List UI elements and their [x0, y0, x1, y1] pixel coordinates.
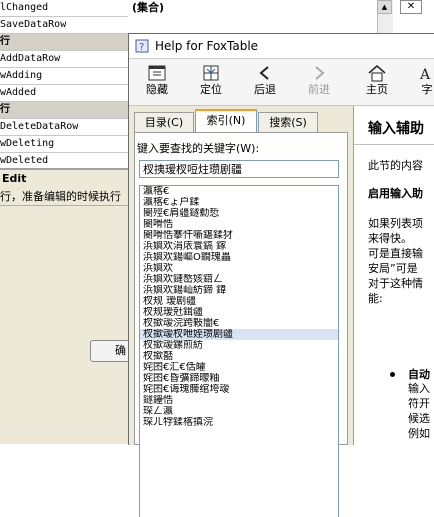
keyword-list-item[interactable]: 杈撳叆浣跨敤闇€: [140, 318, 338, 329]
keyword-list-item[interactable]: 瀛楁€: [140, 186, 338, 197]
topic-paragraph-line: 安局”可是: [368, 262, 418, 275]
topic-paragraph-line: 能:: [368, 292, 383, 305]
property-name: SaveDataRow: [0, 19, 67, 30]
navigation-pane: 目录(C) 索引(N) 搜索(S) 键入要查找的关键字(W): 瀛楁€瀛楁€ょ户…: [129, 106, 351, 517]
property-name: 行: [0, 102, 128, 118]
keyword-list-item[interactable]: 浜嬩欢: [140, 263, 338, 274]
keyword-list-item[interactable]: 姹囨€昏彍鍗曚粙: [140, 373, 338, 384]
keyword-list-item[interactable]: 浜嬩欢鍚屾紡鍗 鍏: [140, 285, 338, 296]
keyword-list-item[interactable]: 閿殌€肩疆鐩勬悊: [140, 208, 338, 219]
keyword-list-item[interactable]: 瀛楁€ょ户鍒: [140, 197, 338, 208]
dialog-footer: [0, 410, 140, 444]
hide-icon: [148, 65, 166, 81]
close-icon[interactable]: ✕: [400, 0, 422, 14]
hide-button[interactable]: 隐藏: [135, 63, 179, 101]
status-title: Edit: [2, 172, 27, 185]
status-divider: [0, 205, 130, 206]
help-app-icon: ?: [135, 39, 149, 53]
property-value: (集合): [132, 1, 165, 14]
forward-arrow-icon: [315, 66, 325, 80]
keyword-list-item[interactable]: 浜嬩欢鍚嶇О鐗瑰畾: [140, 252, 338, 263]
keyword-list-item[interactable]: 閿嗗悎搴忓噺鍖鍒犲: [140, 230, 338, 241]
help-titlebar[interactable]: ? Help for FoxTable: [129, 34, 434, 59]
scroll-up-icon[interactable]: ▲: [377, 0, 392, 14]
bullet-title: 自动: [408, 368, 430, 381]
property-name: 行: [0, 34, 128, 50]
locate-button[interactable]: 定位: [189, 63, 233, 101]
keyword-list-item[interactable]: 杈撳叆杈呭姪瓒剧疆: [140, 329, 338, 340]
topic-paragraph-line: 来得快。: [368, 232, 412, 245]
property-row[interactable]: lChanged (集合): [0, 0, 392, 17]
home-icon: [368, 65, 386, 82]
topic-intro: 此节的内容: [368, 159, 423, 172]
font-button[interactable]: A 字: [405, 63, 434, 101]
home-button[interactable]: 主页: [355, 63, 399, 101]
keyword-list-item[interactable]: 姹囨€汇€佸皬: [140, 362, 338, 373]
property-name: wAdding: [0, 70, 43, 81]
back-arrow-icon: [259, 66, 269, 80]
topic-paragraph-line: 对于这种情: [368, 277, 423, 290]
topic-paragraph-line: 如果列表项: [368, 217, 423, 230]
keyword-list-item[interactable]: 杈规瑷兙鍓疆: [140, 307, 338, 318]
bullet-line: 候选: [408, 412, 430, 425]
topic-title: 输入辅助: [368, 121, 424, 137]
keyword-list-item[interactable]: 浜嬩欢鏈嶅姟鍣ㄥ: [140, 274, 338, 285]
keyword-label: 键入要查找的关键字(W):: [137, 142, 260, 155]
topic-paragraph-line: 可是直接输: [368, 247, 423, 260]
topic-divider: [354, 144, 434, 145]
keyword-list-item[interactable]: 琛ㄥ瀛: [140, 406, 338, 417]
property-name: wDeleting: [0, 138, 55, 149]
help-toolbar: 隐藏 定位 后退 前进 主页 A 字: [129, 59, 434, 106]
property-name: lChanged: [0, 2, 49, 13]
keyword-list[interactable]: 瀛楁€ 瀛楁€ょ户鍒 閿殌€肩疆鐩勬悊 閿嗗悎 閿嗗悎搴忓噺鍖鍒犲 浜嬩欢涓庡睘鎬 鎵浜嬩…: [139, 185, 339, 517]
bullet-line: 例如: [408, 427, 430, 440]
svg-text:A: A: [419, 67, 431, 83]
bullet-dot: [390, 372, 395, 377]
property-row[interactable]: SaveDataRow: [0, 17, 392, 34]
property-name: wAdded: [0, 87, 37, 98]
keyword-list-item[interactable]: 鐩鑸悎: [140, 395, 338, 406]
tab-index[interactable]: 索引(N): [195, 109, 257, 133]
tab-contents[interactable]: 目录(C): [134, 112, 194, 132]
status-panel: [0, 170, 140, 410]
keyword-list-item[interactable]: 浜嬩欢涓庡睘鎬 鎵: [140, 241, 338, 252]
status-description: 行，准备编辑的时候执行: [0, 190, 121, 202]
forward-button[interactable]: 前进: [297, 63, 341, 101]
topic-heading: 启用输入助: [368, 187, 423, 200]
property-name: wDeleted: [0, 155, 49, 166]
help-window-title: Help for FoxTable: [155, 39, 259, 53]
keyword-list-item[interactable]: 閿嗗悎: [140, 219, 338, 230]
help-window: ? Help for FoxTable 隐藏 定位 后退 前进 主页 A 字 目…: [128, 33, 434, 517]
locate-icon: [203, 65, 219, 81]
keyword-list-item[interactable]: 琛ㄦ牸鍒楁搷浣: [140, 417, 338, 428]
font-icon: A: [419, 67, 431, 83]
bullet-line: 符开: [408, 397, 430, 410]
tab-search[interactable]: 搜索(S): [258, 112, 318, 132]
bullet-line: 输入: [408, 382, 430, 395]
keyword-input[interactable]: [139, 160, 339, 178]
svg-text:?: ?: [139, 42, 144, 53]
back-button[interactable]: 后退: [243, 63, 287, 101]
keyword-list-item[interactable]: 杈撳叆鏍煎紡: [140, 340, 338, 351]
property-name: AddDataRow: [0, 53, 61, 64]
keyword-list-item[interactable]: 杈撳嚭: [140, 351, 338, 362]
content-pane: 输入辅助 此节的内容 启用输入助 如果列表项 来得快。 可是直接输 安局”可是 …: [353, 106, 434, 445]
keyword-list-item[interactable]: 杈规 瑷剧疆: [140, 296, 338, 307]
property-name: DeleteDataRow: [0, 121, 79, 132]
keyword-list-item[interactable]: 姹囨€诲瑰簲绾垮叆: [140, 384, 338, 395]
